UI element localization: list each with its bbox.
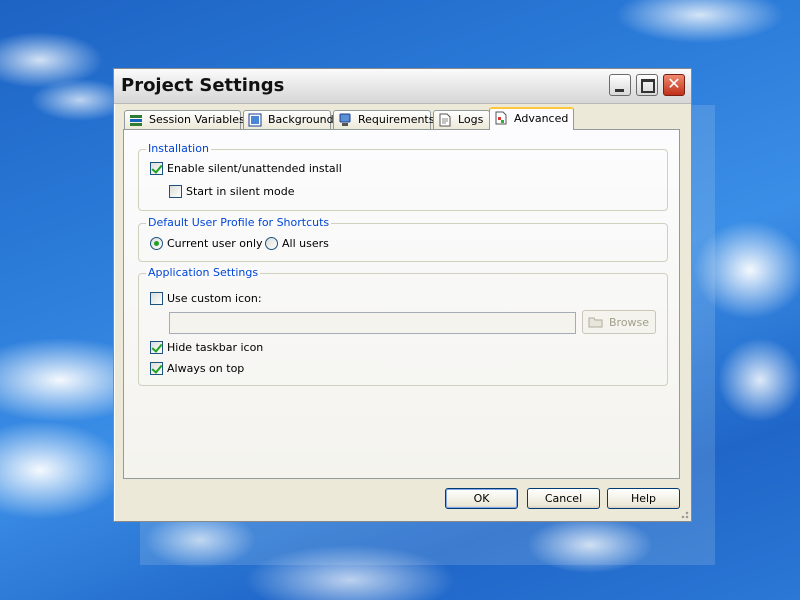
title-bar[interactable]: Project Settings ✕ bbox=[114, 69, 691, 104]
help-button[interactable]: Help bbox=[607, 488, 680, 509]
application-settings-group-title: Application Settings bbox=[146, 266, 261, 279]
close-button[interactable]: ✕ bbox=[663, 74, 685, 96]
checkbox-box[interactable] bbox=[150, 162, 163, 175]
session-variables-icon bbox=[130, 115, 142, 126]
cancel-button[interactable]: Cancel bbox=[527, 488, 600, 509]
checkbox-label: Use custom icon: bbox=[167, 292, 262, 305]
project-settings-dialog: Project Settings ✕ Session Variables Bac… bbox=[113, 68, 692, 522]
background-icon bbox=[248, 113, 262, 127]
requirements-icon bbox=[339, 113, 351, 126]
start-silent-checkbox[interactable]: Start in silent mode bbox=[169, 185, 319, 199]
tab-label: Advanced bbox=[514, 112, 569, 125]
tab-label: Logs bbox=[458, 113, 484, 126]
radio-button[interactable] bbox=[150, 237, 163, 250]
tab-session-variables[interactable]: Session Variables bbox=[124, 110, 245, 129]
tab-label: Background bbox=[268, 113, 334, 126]
tab-logs[interactable]: Logs bbox=[433, 110, 490, 129]
current-user-radio[interactable]: Current user only bbox=[150, 237, 263, 251]
checkbox-box[interactable] bbox=[150, 292, 163, 305]
checkbox-box[interactable] bbox=[169, 185, 182, 198]
folder-open-icon bbox=[588, 317, 603, 328]
ok-button[interactable]: OK bbox=[445, 488, 518, 509]
tab-label: Session Variables bbox=[149, 113, 245, 126]
maximize-button[interactable] bbox=[636, 74, 658, 96]
window-title: Project Settings bbox=[121, 75, 285, 96]
advanced-panel: Installation Enable silent/unattended in… bbox=[123, 129, 680, 479]
hide-taskbar-checkbox[interactable]: Hide taskbar icon bbox=[150, 341, 300, 355]
checkbox-box[interactable] bbox=[150, 341, 163, 354]
tab-background[interactable]: Background bbox=[243, 110, 334, 129]
radio-button[interactable] bbox=[265, 237, 278, 250]
radio-label: All users bbox=[282, 237, 329, 250]
resize-grip[interactable] bbox=[679, 509, 689, 519]
close-icon: ✕ bbox=[667, 74, 681, 93]
minimize-button[interactable] bbox=[609, 74, 631, 96]
checkbox-box[interactable] bbox=[150, 362, 163, 375]
radio-label: Current user only bbox=[167, 237, 263, 250]
profile-group: Default User Profile for Shortcuts Curre… bbox=[138, 217, 668, 262]
advanced-icon bbox=[495, 111, 507, 125]
checkbox-label: Hide taskbar icon bbox=[167, 341, 264, 354]
logs-icon bbox=[439, 113, 451, 127]
browse-button[interactable]: Browse bbox=[582, 310, 656, 334]
enable-silent-checkbox[interactable]: Enable silent/unattended install bbox=[150, 162, 370, 176]
checkbox-label: Start in silent mode bbox=[186, 185, 295, 198]
profile-group-title: Default User Profile for Shortcuts bbox=[146, 216, 332, 229]
tab-requirements[interactable]: Requirements bbox=[333, 110, 435, 129]
always-on-top-checkbox[interactable]: Always on top bbox=[150, 362, 300, 376]
application-settings-group: Application Settings Use custom icon: Br… bbox=[138, 267, 668, 386]
custom-icon-checkbox[interactable]: Use custom icon: bbox=[150, 292, 300, 306]
checkbox-label: Enable silent/unattended install bbox=[167, 162, 342, 175]
all-users-radio[interactable]: All users bbox=[265, 237, 345, 251]
tab-advanced[interactable]: Advanced bbox=[489, 107, 574, 130]
installation-group-title: Installation bbox=[146, 142, 211, 155]
installation-group: Installation Enable silent/unattended in… bbox=[138, 143, 668, 211]
icon-path-input[interactable] bbox=[169, 312, 576, 334]
checkbox-label: Always on top bbox=[167, 362, 245, 375]
browse-label: Browse bbox=[609, 316, 650, 329]
tab-label: Requirements bbox=[358, 113, 435, 126]
